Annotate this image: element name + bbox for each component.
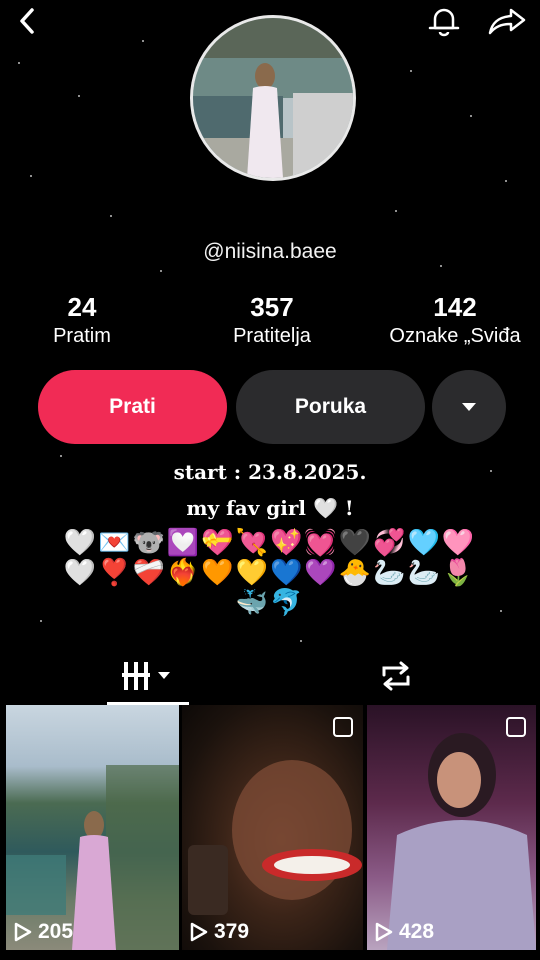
- play-icon: [14, 922, 32, 942]
- checkbox-icon: [506, 717, 526, 737]
- likes-label: Oznake „Sviđa: [389, 325, 521, 347]
- checkbox-icon: [333, 717, 353, 737]
- dropdown-icon: [462, 403, 476, 411]
- avatar-photo: [193, 18, 353, 178]
- notification-bell-button[interactable]: [424, 4, 464, 38]
- more-options-button[interactable]: [432, 370, 506, 444]
- following-stat[interactable]: 24 Pratim: [34, 292, 130, 348]
- likes-stat[interactable]: 142 Oznake „Sviđa: [372, 292, 538, 348]
- followers-count: 357: [250, 292, 294, 322]
- tab-reposts[interactable]: [366, 648, 426, 704]
- tab-videos[interactable]: [107, 648, 189, 704]
- profile-avatar[interactable]: [190, 15, 356, 181]
- view-count: 379: [190, 920, 249, 944]
- bell-icon: [428, 8, 460, 37]
- grid-icon: [122, 662, 170, 690]
- view-count: 428: [375, 920, 434, 944]
- view-count-value: 379: [214, 920, 250, 943]
- thumbnail-image: [6, 765, 179, 950]
- repost-icon: [382, 661, 410, 691]
- likes-count: 142: [433, 292, 477, 322]
- video-grid: 205 379 428: [0, 705, 540, 960]
- back-icon: [20, 8, 34, 34]
- followers-label: Pratitelja: [233, 325, 311, 347]
- followers-stat[interactable]: 357 Pratitelja: [214, 292, 330, 348]
- view-count: 205: [14, 920, 73, 944]
- back-button[interactable]: [12, 4, 42, 38]
- thumbnail-image: [387, 733, 536, 950]
- bio-emoji-row-1: 🤍💌🐨💟💝💘💖💓🖤💞🩵🩷: [63, 528, 477, 558]
- view-count-value: 428: [399, 920, 435, 943]
- following-label: Pratim: [53, 325, 111, 347]
- view-count-value: 205: [38, 920, 74, 943]
- follow-button[interactable]: Prati: [38, 370, 227, 444]
- video-thumbnail[interactable]: 428: [367, 705, 536, 950]
- video-thumbnail[interactable]: 205: [6, 705, 179, 950]
- play-icon: [375, 922, 393, 942]
- share-button[interactable]: [484, 4, 530, 38]
- play-icon: [190, 922, 208, 942]
- share-icon: [488, 8, 526, 35]
- bio-emoji-row-2: 🤍❣️❤️‍🩹❤️‍🔥🧡💛💙💜🐣🦢🦢🌷: [63, 558, 477, 588]
- message-button[interactable]: Poruka: [236, 370, 425, 444]
- thumbnail-image: [188, 760, 362, 915]
- bio-emoji-row-3: 🐳🐬: [235, 588, 305, 618]
- username: @niisina.baee: [203, 240, 337, 263]
- video-thumbnail[interactable]: 379: [182, 705, 363, 950]
- bio-tagline: my fav girl 🤍 !: [186, 496, 354, 520]
- following-count: 24: [67, 292, 97, 322]
- bio-start-date: start : 23.8.2025.: [173, 460, 367, 484]
